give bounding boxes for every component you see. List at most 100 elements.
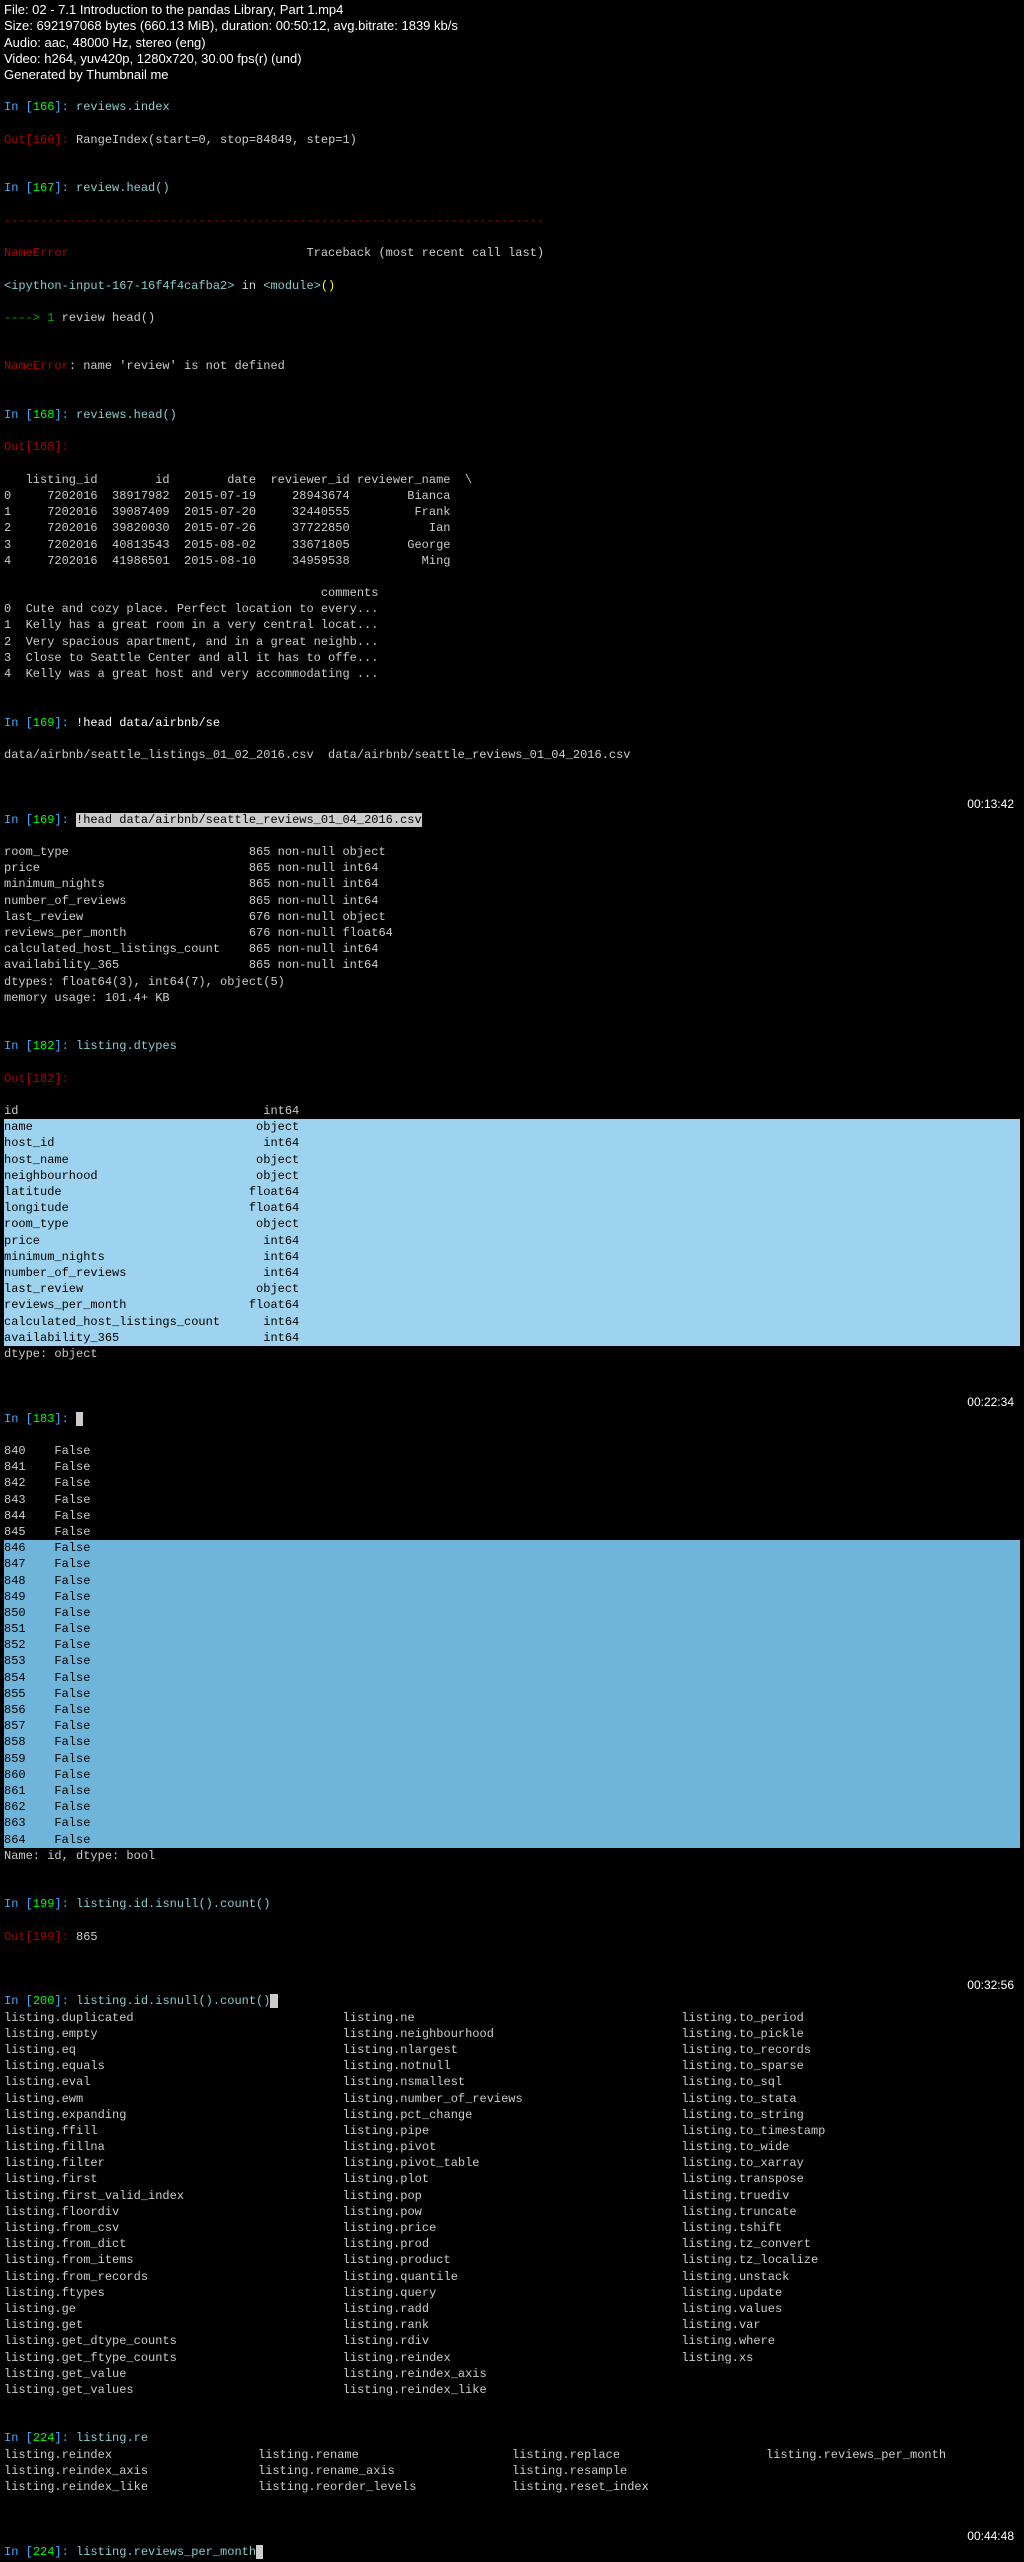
completion-item[interactable]: listing.values: [681, 2301, 1020, 2317]
completion-item[interactable]: listing.get_value: [4, 2366, 343, 2382]
completion-item[interactable]: listing.product: [343, 2252, 682, 2268]
completion-item[interactable]: listing.pop: [343, 2188, 682, 2204]
completion-item[interactable]: listing.reindex_like: [343, 2382, 682, 2398]
completion-item[interactable]: listing.unstack: [681, 2269, 1020, 2285]
completion-item[interactable]: listing.to_period: [681, 2010, 1020, 2026]
completion-item[interactable]: listing.rdiv: [343, 2333, 682, 2349]
completion-item[interactable]: listing.pivot: [343, 2139, 682, 2155]
completion-item[interactable]: listing.ge: [4, 2301, 343, 2317]
completion-item[interactable]: listing.var: [681, 2317, 1020, 2333]
tab-completion-4col: listing.reindexlisting.reindex_axislisti…: [4, 2447, 1020, 2496]
completion-item[interactable]: listing.reorder_levels: [258, 2479, 512, 2495]
completion-item[interactable]: listing.reindex: [4, 2447, 258, 2463]
in-prompt: In [: [4, 408, 33, 422]
completion-item[interactable]: listing.nlargest: [343, 2042, 682, 2058]
completion-item[interactable]: listing.eq: [4, 2042, 343, 2058]
completion-item[interactable]: listing.rename_axis: [258, 2463, 512, 2479]
completion-item[interactable]: listing.floordiv: [4, 2204, 343, 2220]
completion-item[interactable]: listing.ne: [343, 2010, 682, 2026]
code[interactable]: listing.reviews_per_month: [76, 2545, 256, 2559]
completion-item[interactable]: listing.to_sparse: [681, 2058, 1020, 2074]
shell-code-highlighted[interactable]: !head data/airbnb/seattle_reviews_01_04_…: [76, 813, 422, 827]
completion-item[interactable]: listing.to_records: [681, 2042, 1020, 2058]
completion-item[interactable]: listing.to_xarray: [681, 2155, 1020, 2171]
completion-item[interactable]: listing.empty: [4, 2026, 343, 2042]
completion-item[interactable]: listing.radd: [343, 2301, 682, 2317]
completion-item[interactable]: listing.where: [681, 2333, 1020, 2349]
completion-item[interactable]: listing.replace: [512, 2447, 766, 2463]
completion-item[interactable]: listing.to_stata: [681, 2091, 1020, 2107]
completion-item[interactable]: listing.pow: [343, 2204, 682, 2220]
completion-item[interactable]: listing.to_pickle: [681, 2026, 1020, 2042]
completion-item[interactable]: listing.to_wide: [681, 2139, 1020, 2155]
completion-item[interactable]: listing.from_dict: [4, 2236, 343, 2252]
completion-item[interactable]: listing.reviews_per_month: [766, 2447, 1020, 2463]
completion-item[interactable]: listing.query: [343, 2285, 682, 2301]
completion-item[interactable]: listing.to_sql: [681, 2074, 1020, 2090]
completion-item[interactable]: listing.from_csv: [4, 2220, 343, 2236]
completion-item[interactable]: listing.neighbourhood: [343, 2026, 682, 2042]
completion-item[interactable]: listing.nsmallest: [343, 2074, 682, 2090]
completion-item[interactable]: listing.quantile: [343, 2269, 682, 2285]
cursor[interactable]: [256, 2545, 263, 2559]
completion-item[interactable]: listing.transpose: [681, 2171, 1020, 2187]
code[interactable]: listing.re: [76, 2431, 148, 2445]
in-num: 182: [33, 1039, 55, 1053]
completion-item[interactable]: listing.filter: [4, 2155, 343, 2171]
completion-item[interactable]: listing.first_valid_index: [4, 2188, 343, 2204]
completion-item[interactable]: listing.xs: [681, 2350, 1020, 2366]
completion-item[interactable]: listing.ftypes: [4, 2285, 343, 2301]
completion-item[interactable]: listing.truncate: [681, 2204, 1020, 2220]
completion-item[interactable]: listing.get_ftype_counts: [4, 2350, 343, 2366]
code[interactable]: listing.dtypes: [76, 1039, 177, 1053]
completion-item[interactable]: listing.rename: [258, 2447, 512, 2463]
completion-item[interactable]: listing.price: [343, 2220, 682, 2236]
completion-item[interactable]: listing.fillna: [4, 2139, 343, 2155]
completion-item[interactable]: listing.rank: [343, 2317, 682, 2333]
completion-item[interactable]: listing.tshift: [681, 2220, 1020, 2236]
code[interactable]: reviews.head(): [76, 408, 177, 422]
cursor[interactable]: [270, 1994, 277, 2008]
completion-item[interactable]: listing.ewm: [4, 2091, 343, 2107]
completion-item[interactable]: listing.expanding: [4, 2107, 343, 2123]
completion-item[interactable]: listing.equals: [4, 2058, 343, 2074]
cursor[interactable]: [76, 1412, 83, 1426]
completion-item[interactable]: listing.plot: [343, 2171, 682, 2187]
code[interactable]: listing.id.isnull().count(): [76, 1994, 270, 2008]
completion-item[interactable]: listing.get_dtype_counts: [4, 2333, 343, 2349]
out-num: 182: [33, 1072, 55, 1086]
completion-item[interactable]: listing.get_values: [4, 2382, 343, 2398]
completion-item[interactable]: listing.update: [681, 2285, 1020, 2301]
completion-item[interactable]: listing.duplicated: [4, 2010, 343, 2026]
completion-item[interactable]: listing.resample: [512, 2463, 766, 2479]
shell-code[interactable]: !head data/airbnb/se: [76, 716, 220, 730]
completion-item[interactable]: listing.prod: [343, 2236, 682, 2252]
parens: (): [321, 279, 335, 293]
completion-item[interactable]: listing.notnull: [343, 2058, 682, 2074]
code[interactable]: review.head(): [76, 181, 170, 195]
completion-item[interactable]: listing.reindex_axis: [343, 2366, 682, 2382]
dtype-tail: dtype: object: [4, 1346, 1020, 1362]
completion-item[interactable]: listing.reset_index: [512, 2479, 766, 2495]
completion-item[interactable]: listing.tz_localize: [681, 2252, 1020, 2268]
code[interactable]: listing.id.isnull().count(): [76, 1897, 270, 1911]
completion-item[interactable]: listing.from_records: [4, 2269, 343, 2285]
completion-item[interactable]: listing.from_items: [4, 2252, 343, 2268]
completion-item[interactable]: listing.number_of_reviews: [343, 2091, 682, 2107]
completion-item[interactable]: listing.reindex_axis: [4, 2463, 258, 2479]
completion-item[interactable]: listing.pivot_table: [343, 2155, 682, 2171]
timestamp: 00:22:34: [967, 1394, 1014, 1410]
code[interactable]: reviews.index: [76, 100, 170, 114]
completion-item[interactable]: listing.eval: [4, 2074, 343, 2090]
completion-item[interactable]: listing.to_timestamp: [681, 2123, 1020, 2139]
completion-item[interactable]: listing.to_string: [681, 2107, 1020, 2123]
completion-item[interactable]: listing.reindex_like: [4, 2479, 258, 2495]
completion-item[interactable]: listing.tz_convert: [681, 2236, 1020, 2252]
completion-item[interactable]: listing.first: [4, 2171, 343, 2187]
completion-item[interactable]: listing.reindex: [343, 2350, 682, 2366]
completion-item[interactable]: listing.truediv: [681, 2188, 1020, 2204]
completion-item[interactable]: listing.pct_change: [343, 2107, 682, 2123]
completion-item[interactable]: listing.get: [4, 2317, 343, 2333]
completion-item[interactable]: listing.pipe: [343, 2123, 682, 2139]
completion-item[interactable]: listing.ffill: [4, 2123, 343, 2139]
